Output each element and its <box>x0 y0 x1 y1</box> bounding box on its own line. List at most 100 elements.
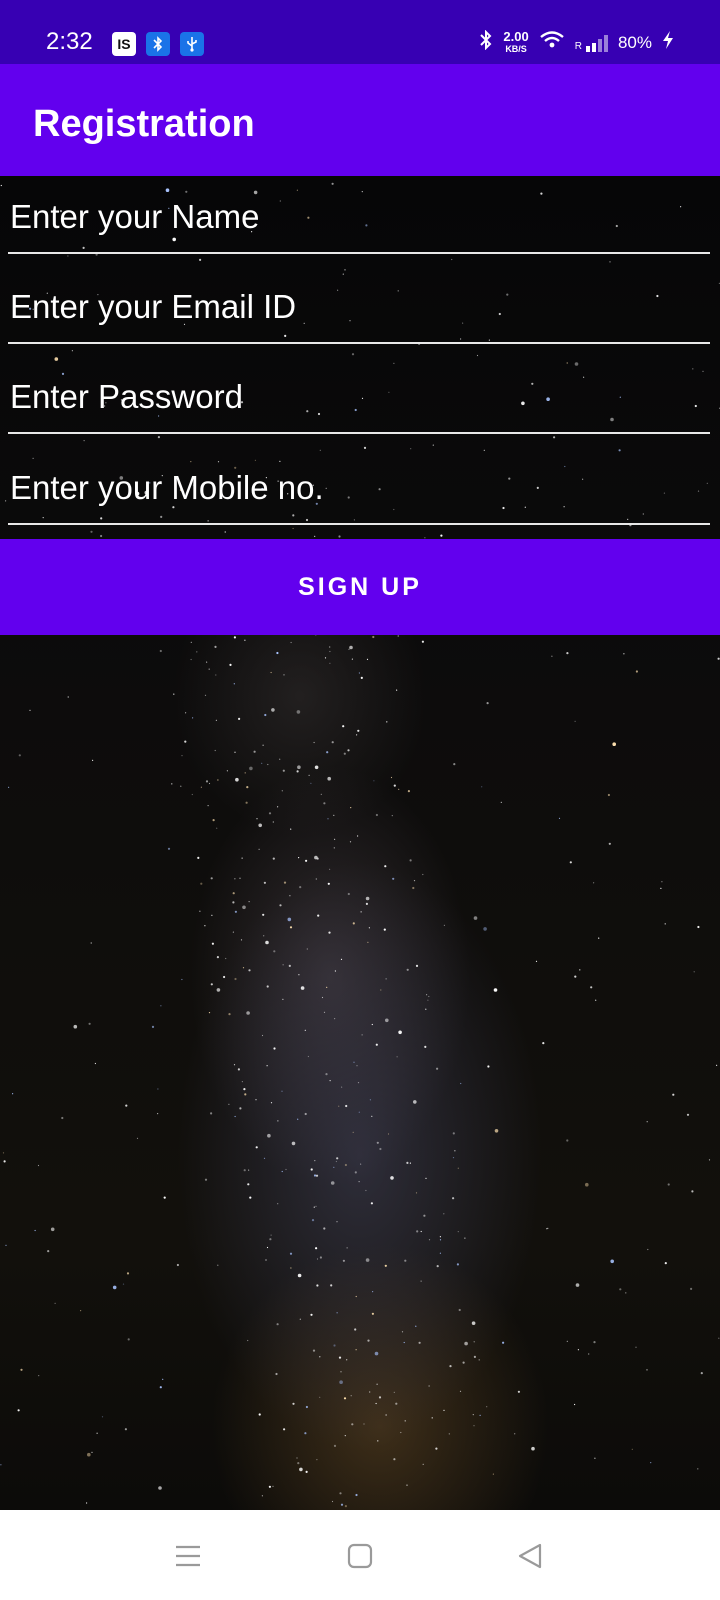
star <box>248 901 250 903</box>
star <box>471 1321 476 1325</box>
star <box>205 780 209 783</box>
star <box>647 1248 649 1251</box>
star <box>410 448 412 450</box>
signup-button[interactable]: SIGN UP <box>0 539 720 635</box>
star <box>297 1118 299 1120</box>
star <box>356 734 358 736</box>
star <box>575 1283 580 1287</box>
star <box>266 1246 269 1249</box>
star <box>112 1285 117 1290</box>
star <box>283 1428 286 1431</box>
star <box>336 1221 338 1223</box>
bluetooth-icon <box>479 29 493 55</box>
star <box>342 725 345 728</box>
star <box>54 1302 56 1304</box>
star <box>585 1182 589 1187</box>
star <box>718 1337 720 1339</box>
star <box>297 765 301 769</box>
mobile-input[interactable] <box>8 453 710 525</box>
star <box>416 1230 419 1233</box>
star <box>310 782 312 785</box>
email-input[interactable] <box>8 272 710 344</box>
recent-apps-button[interactable] <box>164 1532 212 1580</box>
star <box>355 1493 358 1497</box>
battery-level: 80% <box>617 32 652 52</box>
star <box>290 828 292 830</box>
network-speed-unit: KB/S <box>505 43 527 54</box>
star <box>272 821 274 823</box>
star <box>208 668 210 670</box>
star <box>96 1432 98 1434</box>
home-button[interactable] <box>336 1532 384 1580</box>
star <box>232 931 234 933</box>
star <box>225 957 227 960</box>
name-input[interactable] <box>8 182 710 254</box>
star <box>340 1371 342 1373</box>
star <box>650 1462 652 1464</box>
star <box>333 847 335 849</box>
star <box>281 1090 283 1092</box>
star <box>423 1214 426 1217</box>
star <box>360 1163 362 1165</box>
star <box>393 784 396 787</box>
star <box>283 881 287 884</box>
star <box>345 1104 348 1108</box>
star <box>190 641 192 643</box>
star <box>298 974 300 976</box>
star <box>281 790 283 792</box>
star <box>367 941 369 944</box>
star <box>305 859 308 862</box>
star <box>456 1263 459 1266</box>
star <box>464 1341 468 1346</box>
star <box>415 964 419 968</box>
star <box>327 882 330 885</box>
star <box>334 970 336 972</box>
star <box>375 813 378 817</box>
star <box>273 950 276 953</box>
star <box>333 1444 337 1447</box>
star <box>249 766 253 771</box>
charging-icon <box>662 30 674 55</box>
star <box>344 269 346 271</box>
star <box>157 436 160 439</box>
star <box>210 877 213 880</box>
star <box>338 1105 340 1107</box>
star <box>385 1414 387 1416</box>
star <box>275 1372 278 1376</box>
star <box>483 927 487 931</box>
star <box>368 927 370 929</box>
star <box>473 1425 475 1427</box>
star <box>343 752 346 755</box>
star <box>335 1160 337 1163</box>
star <box>266 985 269 988</box>
star <box>2 1152 5 1154</box>
star <box>8 786 10 788</box>
star <box>329 1080 331 1082</box>
star <box>346 1359 348 1361</box>
star <box>233 636 236 639</box>
star <box>283 674 285 676</box>
back-button[interactable] <box>506 1532 554 1580</box>
star <box>157 1088 159 1090</box>
star <box>393 1391 395 1393</box>
star <box>54 357 59 361</box>
star <box>660 887 662 890</box>
star <box>50 1227 55 1232</box>
star <box>241 1081 243 1083</box>
star <box>400 1431 402 1434</box>
star <box>288 964 291 968</box>
star <box>427 999 429 1001</box>
star <box>20 1368 23 1371</box>
star <box>588 1353 590 1355</box>
star <box>594 1457 596 1459</box>
star <box>691 1190 694 1193</box>
star <box>672 1093 675 1096</box>
star <box>631 1448 633 1450</box>
star <box>333 1166 335 1168</box>
star <box>353 1061 355 1063</box>
star <box>390 1176 394 1180</box>
password-input[interactable] <box>8 362 710 434</box>
star <box>406 968 409 971</box>
star <box>595 999 597 1001</box>
back-icon <box>518 1543 542 1569</box>
